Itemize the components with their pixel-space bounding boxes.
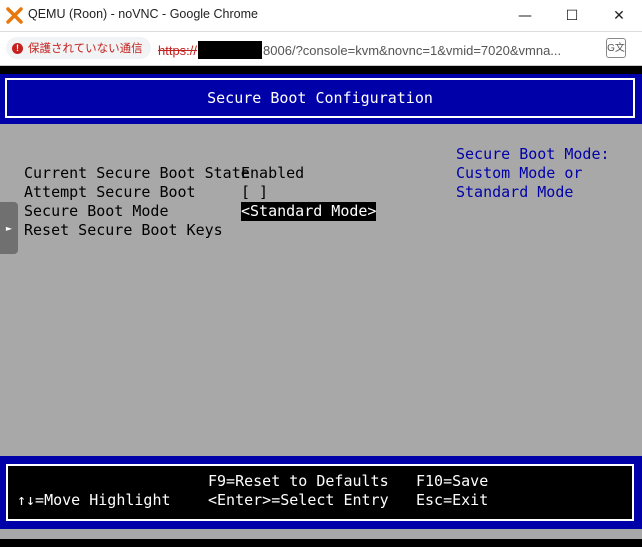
key-hint-reset-defaults: F9=Reset to Defaults: [208, 472, 389, 490]
help-text-line: Secure Boot Mode:: [456, 145, 610, 163]
page-title: Secure Boot Configuration: [207, 89, 433, 107]
novnc-control-bar-handle[interactable]: ►: [0, 202, 18, 254]
warning-icon: !: [12, 42, 23, 54]
url-scheme: https://: [158, 43, 198, 58]
window-title: QEMU (Roon) - noVNC - Google Chrome: [28, 7, 258, 21]
vnc-screen[interactable]: Secure Boot Configuration Current Secure…: [0, 66, 642, 547]
reset-secure-boot-keys-item[interactable]: Reset Secure Boot Keys: [24, 221, 223, 240]
novnc-app-icon: [6, 7, 23, 24]
maximize-button[interactable]: ☐: [549, 0, 595, 32]
close-button[interactable]: ✕: [596, 0, 642, 32]
security-indicator[interactable]: ! 保護されていない通信: [6, 37, 151, 59]
key-hint-exit: Esc=Exit: [416, 491, 489, 509]
key-legend: F9=Reset to Defaults F10=Save ↑↓=Move Hi…: [6, 464, 634, 521]
minimize-button[interactable]: —: [502, 0, 548, 32]
footer-band: F9=Reset to Defaults F10=Save ↑↓=Move Hi…: [0, 456, 642, 529]
header-box: Secure Boot Configuration: [5, 78, 635, 118]
security-label: 保護されていない通信: [28, 43, 143, 55]
key-hint-move-highlight: ↑↓=Move Highlight: [17, 491, 171, 509]
header-band: Secure Boot Configuration: [0, 74, 642, 124]
setting-label-current-state: Current Secure Boot State: [24, 164, 250, 182]
address-bar: ! 保護されていない通信 https:// 8006/?console=kvm&n…: [0, 32, 642, 66]
translate-icon[interactable]: G文: [606, 38, 626, 58]
key-hint-select-entry: <Enter>=Select Entry: [208, 491, 389, 509]
help-text-line: Standard Mode: [456, 183, 574, 201]
bios-screen: Secure Boot Configuration Current Secure…: [0, 74, 642, 539]
help-text-line: Custom Mode or: [456, 164, 583, 182]
setting-label-secure-boot-mode[interactable]: Secure Boot Mode: [24, 202, 169, 221]
attempt-secure-boot-checkbox[interactable]: [ ]: [241, 183, 268, 202]
redacted-host: [198, 41, 263, 59]
url-path: 8006/?console=kvm&novnc=1&vmid=7020&vmna…: [263, 43, 562, 58]
key-hint-save: F10=Save: [416, 472, 489, 490]
setting-label-attempt-secure-boot[interactable]: Attempt Secure Boot: [24, 183, 196, 202]
window-titlebar: QEMU (Roon) - noVNC - Google Chrome — ☐ …: [0, 0, 642, 32]
url-field[interactable]: https:// 8006/?console=kvm&novnc=1&vmid=7…: [158, 41, 561, 59]
setting-value-current-state: Enabled: [241, 164, 305, 182]
secure-boot-mode-selector[interactable]: <Standard Mode>: [241, 202, 377, 221]
